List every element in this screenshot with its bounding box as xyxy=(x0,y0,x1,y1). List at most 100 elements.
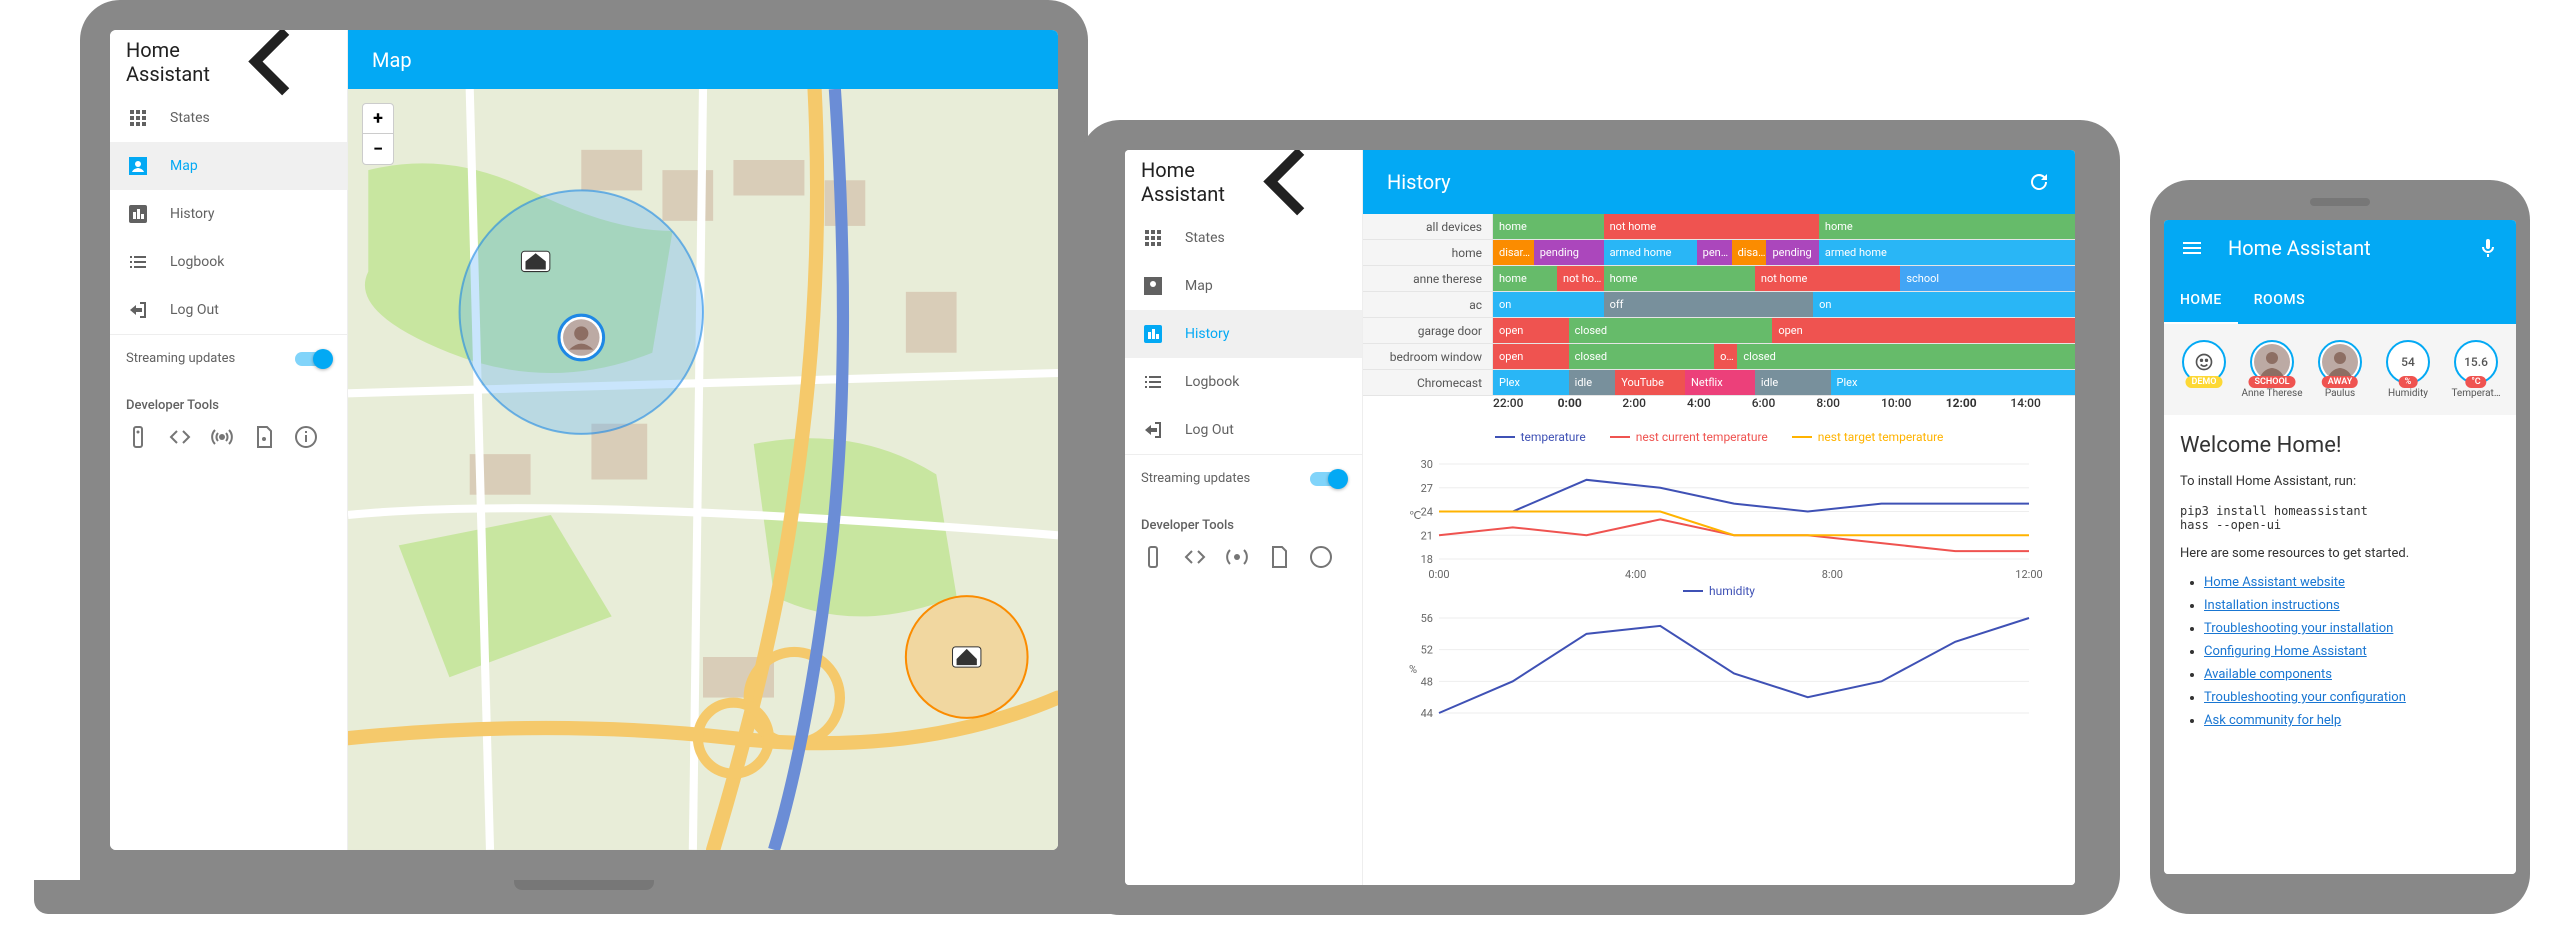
resource-link[interactable]: Troubleshooting your configuration xyxy=(2204,690,2406,705)
history-segment[interactable]: not ho… xyxy=(1557,266,1604,291)
history-segment[interactable]: Plex xyxy=(1493,370,1569,395)
history-segment[interactable]: armed home xyxy=(1819,240,2075,265)
history-segment[interactable]: disa… xyxy=(1732,240,1767,265)
account-box-icon xyxy=(1141,274,1165,298)
status-badge[interactable]: 54%Humidity xyxy=(2376,340,2440,399)
history-segment[interactable]: off xyxy=(1604,292,1814,317)
history-segment[interactable]: open xyxy=(1493,318,1569,343)
code-icon[interactable] xyxy=(1183,545,1207,569)
svg-text:21: 21 xyxy=(1421,529,1433,542)
history-segment[interactable]: o… xyxy=(1714,344,1737,369)
resource-link[interactable]: Configuring Home Assistant xyxy=(2204,644,2367,659)
nav-logbook[interactable]: Logbook xyxy=(110,238,347,286)
history-segment[interactable]: pen… xyxy=(1697,240,1732,265)
history-segment[interactable]: disar… xyxy=(1493,240,1534,265)
nav-map[interactable]: Map xyxy=(110,142,347,190)
apps-icon xyxy=(126,106,150,130)
tab-home[interactable]: HOME xyxy=(2164,276,2238,324)
svg-text:30: 30 xyxy=(1421,458,1433,471)
radio-tower-icon[interactable] xyxy=(1225,545,1249,569)
streaming-toggle[interactable] xyxy=(1310,472,1346,486)
topbar: Map xyxy=(348,30,1058,89)
history-segment[interactable]: open xyxy=(1772,318,2075,343)
tab-rooms[interactable]: ROOMS xyxy=(2238,276,2321,324)
legend-item: nest current temperature xyxy=(1610,430,1768,444)
history-row: garage dooropenclosedopen xyxy=(1363,318,2075,344)
page-title: Map xyxy=(372,48,412,72)
svg-text:48: 48 xyxy=(1421,675,1433,688)
history-segment[interactable]: home xyxy=(1493,214,1604,239)
history-segment[interactable]: on xyxy=(1813,292,2075,317)
nav-map[interactable]: Map xyxy=(1125,262,1362,310)
history-segment[interactable]: idle xyxy=(1569,370,1616,395)
nav-states[interactable]: States xyxy=(110,94,347,142)
svg-text:0:00: 0:00 xyxy=(1428,568,1449,581)
zoom-in-button[interactable]: + xyxy=(363,104,393,134)
humidity-chart: 44485256% xyxy=(1393,608,2045,738)
file-icon[interactable] xyxy=(1267,545,1291,569)
nav-label: Map xyxy=(170,158,198,174)
remote-icon[interactable] xyxy=(1141,545,1165,569)
history-segment[interactable]: Plex xyxy=(1831,370,2075,395)
welcome-heading: Welcome Home! xyxy=(2180,433,2500,458)
map-view[interactable]: + − xyxy=(348,89,1058,850)
phone-body: Welcome Home! To install Home Assistant,… xyxy=(2164,415,2516,874)
nav-history[interactable]: History xyxy=(1125,310,1362,358)
info-icon[interactable] xyxy=(294,425,318,449)
zoom-out-button[interactable]: − xyxy=(363,134,393,164)
resource-link[interactable]: Home Assistant website xyxy=(2204,575,2345,590)
file-icon[interactable] xyxy=(252,425,276,449)
nav-logout[interactable]: Log Out xyxy=(110,286,347,334)
history-segment[interactable]: idle xyxy=(1755,370,1831,395)
install-text: To install Home Assistant, run: xyxy=(2180,472,2500,492)
history-segment[interactable]: pending xyxy=(1534,240,1604,265)
history-segment[interactable]: closed xyxy=(1569,344,1715,369)
history-segment[interactable]: open xyxy=(1493,344,1569,369)
history-segment[interactable]: not home xyxy=(1755,266,1901,291)
history-segment[interactable]: armed home xyxy=(1604,240,1697,265)
menu-icon[interactable] xyxy=(2180,236,2204,260)
page-title: History xyxy=(1387,170,1451,194)
history-segment[interactable]: not home xyxy=(1604,214,1819,239)
history-row-label: all devices xyxy=(1363,214,1493,239)
history-segment[interactable]: closed xyxy=(1569,318,1773,343)
remote-icon[interactable] xyxy=(126,425,150,449)
refresh-icon[interactable] xyxy=(2027,170,2051,194)
legend-item: nest target temperature xyxy=(1792,430,1944,444)
resources-text: Here are some resources to get started. xyxy=(2180,544,2500,564)
resource-link[interactable]: Available components xyxy=(2204,667,2332,682)
info-icon[interactable] xyxy=(1309,545,1333,569)
nav-states[interactable]: States xyxy=(1125,214,1362,262)
chart-legend: humidity xyxy=(1393,584,2045,598)
status-badge[interactable]: AWAYPaulus xyxy=(2308,340,2372,399)
history-segment[interactable]: pending xyxy=(1766,240,1818,265)
resource-link[interactable]: Installation instructions xyxy=(2204,598,2340,613)
status-badge[interactable]: SCHOOLAnne Therese xyxy=(2240,340,2304,399)
streaming-toggle[interactable] xyxy=(295,352,331,366)
history-segment[interactable]: home xyxy=(1604,266,1755,291)
sidebar: Home Assistant States Map History Logboo… xyxy=(110,30,348,850)
microphone-icon[interactable] xyxy=(2476,236,2500,260)
nav-history[interactable]: History xyxy=(110,190,347,238)
svg-text:%: % xyxy=(1409,663,1417,676)
history-segment[interactable]: on xyxy=(1493,292,1604,317)
history-row-label: Chromecast xyxy=(1363,370,1493,395)
status-badge[interactable]: 15.6°CTemperat… xyxy=(2444,340,2508,399)
resource-link[interactable]: Ask community for help xyxy=(2204,713,2341,728)
history-time-axis: 22:000:002:004:006:008:0010:0012:0014:00 xyxy=(1363,396,2075,410)
history-segment[interactable]: school xyxy=(1900,266,2075,291)
code-icon[interactable] xyxy=(168,425,192,449)
history-segment[interactable]: YouTube xyxy=(1615,370,1685,395)
resource-link[interactable]: Troubleshooting your installation xyxy=(2204,621,2393,636)
history-segment[interactable]: home xyxy=(1819,214,2075,239)
nav-logout[interactable]: Log Out xyxy=(1125,406,1362,454)
radio-tower-icon[interactable] xyxy=(210,425,234,449)
history-segment[interactable]: closed xyxy=(1737,344,2075,369)
status-badge[interactable]: DEMO xyxy=(2172,340,2236,399)
history-segment[interactable]: home xyxy=(1493,266,1557,291)
nav-logbook[interactable]: Logbook xyxy=(1125,358,1362,406)
history-row-label: bedroom window xyxy=(1363,344,1493,369)
app-name: Home Assistant xyxy=(1141,158,1225,206)
history-segment[interactable]: Netflix xyxy=(1685,370,1755,395)
laptop-device: Home Assistant States Map History Logboo… xyxy=(34,0,1134,920)
